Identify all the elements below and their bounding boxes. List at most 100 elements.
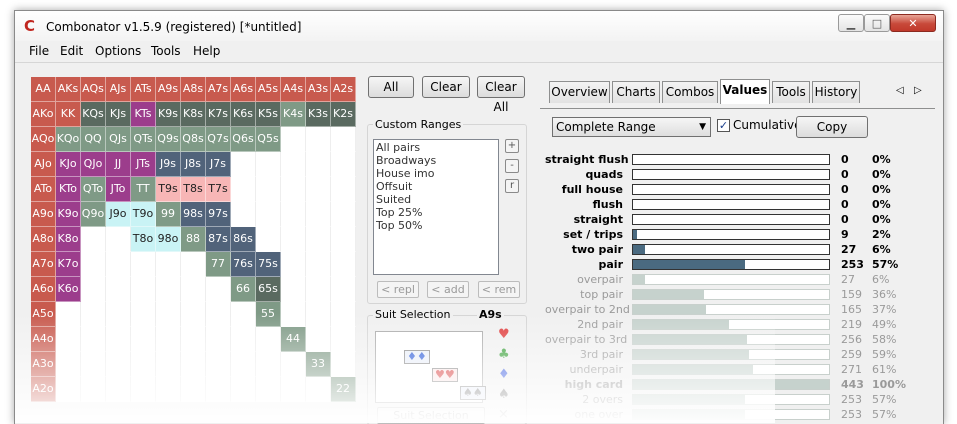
list-item[interactable]: Offsuit [376, 180, 496, 193]
close-button[interactable]: ✕ [890, 14, 936, 32]
hand-cell[interactable]: AJo [31, 152, 56, 177]
hand-cell[interactable]: KTs [131, 102, 156, 127]
hand-cell[interactable] [156, 352, 181, 377]
hand-cell[interactable]: KJo [56, 152, 81, 177]
hand-cell[interactable]: A7s [206, 77, 231, 102]
hand-cell[interactable] [306, 302, 331, 327]
hand-cell[interactable]: Q8s [181, 127, 206, 152]
hand-cell[interactable]: Q6s [231, 127, 256, 152]
hand-cell[interactable] [206, 277, 231, 302]
hand-cell[interactable] [231, 152, 256, 177]
hand-cell[interactable]: QTo [81, 177, 106, 202]
hand-cell[interactable]: 22 [331, 377, 356, 402]
suit-selection-panel[interactable]: ♦♦ ♥♥ ♠♠ [375, 331, 486, 403]
hand-cell[interactable] [206, 377, 231, 402]
hand-cell[interactable] [56, 377, 81, 402]
hand-cell[interactable]: A7o [31, 252, 56, 277]
hand-cell[interactable] [106, 377, 131, 402]
hand-cell[interactable]: AA [31, 77, 56, 102]
hand-cell[interactable]: TT [131, 177, 156, 202]
hand-cell[interactable] [156, 377, 181, 402]
hand-cell[interactable]: A3o [31, 352, 56, 377]
custom-ranges-list[interactable]: All pairs Broadways House imo Offsuit Su… [373, 139, 499, 275]
hand-cell[interactable] [331, 127, 356, 152]
hand-cell[interactable] [231, 302, 256, 327]
hand-cell[interactable] [81, 277, 106, 302]
hand-cell[interactable] [281, 202, 306, 227]
hand-cell[interactable] [106, 302, 131, 327]
hand-cell[interactable] [131, 302, 156, 327]
list-item[interactable]: Top 50% [376, 219, 496, 232]
hand-cell[interactable]: 98s [181, 202, 206, 227]
hand-cell[interactable]: AQs [81, 77, 106, 102]
spade-pair[interactable]: ♠♠ [460, 386, 486, 400]
hand-cell[interactable]: 55 [256, 302, 281, 327]
hand-cell[interactable]: A8s [181, 77, 206, 102]
remove-range-button[interactable]: - [505, 159, 519, 173]
hand-cell[interactable] [306, 152, 331, 177]
hand-cell[interactable]: 98o [156, 227, 181, 252]
remove-from-range-button[interactable]: < rem [478, 281, 520, 298]
hand-cell[interactable]: A2s [331, 77, 356, 102]
hand-cell[interactable] [281, 252, 306, 277]
hand-cell[interactable]: K8o [56, 227, 81, 252]
hand-cell[interactable] [256, 352, 281, 377]
hand-cell[interactable]: A4o [31, 327, 56, 352]
hand-cell[interactable] [156, 327, 181, 352]
diamond-icon[interactable]: ♦ [498, 367, 510, 382]
hand-cell[interactable] [56, 302, 81, 327]
hand-cell[interactable]: K7s [206, 102, 231, 127]
hand-cell[interactable]: A2o [31, 377, 56, 402]
hand-cell[interactable]: A6s [231, 77, 256, 102]
hand-cell[interactable] [181, 277, 206, 302]
hand-cell[interactable]: QJo [81, 152, 106, 177]
hand-cell[interactable] [306, 227, 331, 252]
hand-cell[interactable] [206, 302, 231, 327]
hand-cell[interactable] [306, 127, 331, 152]
hand-cell[interactable]: Q5s [256, 127, 281, 152]
hand-cell[interactable]: KQs [81, 102, 106, 127]
hand-cell[interactable]: 75s [256, 252, 281, 277]
hand-cell[interactable]: A9o [31, 202, 56, 227]
hand-cell[interactable] [281, 152, 306, 177]
hand-cell[interactable] [256, 202, 281, 227]
hand-cell[interactable] [106, 352, 131, 377]
hand-cell[interactable] [306, 177, 331, 202]
hand-cell[interactable]: K3s [306, 102, 331, 127]
hand-cell[interactable]: K5s [256, 102, 281, 127]
hand-cell[interactable]: ATs [131, 77, 156, 102]
hand-cell[interactable] [331, 152, 356, 177]
hand-cell[interactable] [81, 327, 106, 352]
hand-cell[interactable]: AQo [31, 127, 56, 152]
tab-combos[interactable]: Combos [662, 81, 718, 103]
copy-button[interactable]: Copy [796, 116, 868, 138]
hand-cell[interactable] [281, 127, 306, 152]
hand-cell[interactable] [81, 252, 106, 277]
diamond-pair[interactable]: ♦♦ [404, 350, 430, 364]
title-bar[interactable]: C Combonator v1.5.9 (registered) [*untit… [15, 11, 943, 41]
hand-cell[interactable]: QQ [81, 127, 106, 152]
hand-cell[interactable] [56, 352, 81, 377]
hand-cell[interactable] [56, 327, 81, 352]
hand-cell[interactable] [81, 352, 106, 377]
hand-cell[interactable]: Q9o [81, 202, 106, 227]
hand-cell[interactable] [281, 227, 306, 252]
hand-cell[interactable]: 33 [306, 352, 331, 377]
hand-cell[interactable]: QJs [106, 127, 131, 152]
menu-file[interactable]: File [29, 44, 49, 58]
hand-cell[interactable] [156, 252, 181, 277]
replace-range-button[interactable]: < repl [377, 281, 419, 298]
list-item[interactable]: Broadways [376, 154, 496, 167]
hand-cell[interactable] [256, 327, 281, 352]
list-item[interactable]: House imo [376, 167, 496, 180]
heart-icon[interactable]: ♥ [498, 327, 510, 342]
tab-charts[interactable]: Charts [612, 81, 660, 103]
hand-cell[interactable] [131, 377, 156, 402]
hand-cell[interactable]: 99 [156, 202, 181, 227]
hand-cell[interactable]: J9o [106, 202, 131, 227]
hand-cell[interactable] [306, 327, 331, 352]
hand-cell[interactable]: KQo [56, 127, 81, 152]
hand-cell[interactable] [181, 302, 206, 327]
hand-cell[interactable] [281, 377, 306, 402]
hand-cell[interactable] [156, 302, 181, 327]
